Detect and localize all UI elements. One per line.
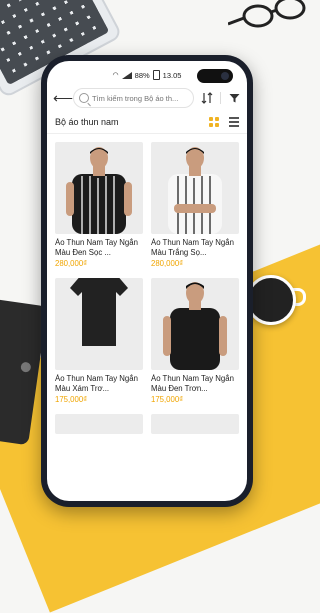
coffee-mug-decoration xyxy=(246,275,296,325)
product-name[interactable]: Áo Thun Nam Tay Ngắn Màu Đen Sọc ... xyxy=(55,238,143,258)
product-card[interactable]: Áo Thun Nam Tay Ngắn Màu Trắng Sọ... 280… xyxy=(151,142,239,268)
list-view-icon[interactable] xyxy=(229,117,239,127)
product-card[interactable] xyxy=(55,414,143,434)
product-name[interactable]: Áo Thun Nam Tay Ngắn Màu Trắng Sọ... xyxy=(151,238,239,258)
grid-view-icon[interactable] xyxy=(209,117,219,127)
signal-icon xyxy=(121,71,132,79)
battery-icon xyxy=(152,70,160,80)
product-name[interactable]: Áo Thun Nam Tay Ngắn Màu Đen Trơn... xyxy=(151,374,239,394)
category-header: Bộ áo thun nam xyxy=(47,111,247,134)
product-name[interactable]: Áo Thun Nam Tay Ngắn Màu Xám Trơ... xyxy=(55,374,143,394)
battery-level: 88% xyxy=(134,70,150,80)
product-price: 280,000₫ xyxy=(55,259,88,268)
product-price: 175,000₫ xyxy=(55,395,88,404)
glasses-decoration xyxy=(228,0,306,28)
product-image[interactable] xyxy=(55,278,143,370)
product-grid: Áo Thun Nam Tay Ngắn Màu Đen Sọc ... 280… xyxy=(47,134,247,434)
product-card[interactable]: Áo Thun Nam Tay Ngắn Màu Đen Trơn... 175… xyxy=(151,278,239,404)
product-image[interactable] xyxy=(55,414,143,434)
sort-icon[interactable] xyxy=(200,91,214,105)
product-card[interactable] xyxy=(151,414,239,434)
search-input[interactable] xyxy=(92,93,188,103)
toolbar-divider xyxy=(220,92,221,104)
product-price: 280,000₫ xyxy=(151,259,184,268)
camera-cutout xyxy=(197,69,233,83)
clock: 13.05 xyxy=(162,70,182,80)
filter-icon[interactable] xyxy=(227,91,241,105)
product-price: 175,000₫ xyxy=(151,395,184,404)
phone-frame: ◠ 88% 13.05 ⟵ Bộ áo thun nam xyxy=(41,55,253,507)
search-icon xyxy=(79,93,89,103)
product-image[interactable] xyxy=(151,142,239,234)
product-card[interactable]: Áo Thun Nam Tay Ngắn Màu Đen Sọc ... 280… xyxy=(55,142,143,268)
app-screen: ◠ 88% 13.05 ⟵ Bộ áo thun nam xyxy=(47,61,247,501)
product-card[interactable]: Áo Thun Nam Tay Ngắn Màu Xám Trơ... 175,… xyxy=(55,278,143,404)
product-image[interactable] xyxy=(55,142,143,234)
search-box[interactable] xyxy=(73,88,194,108)
search-row: ⟵ xyxy=(47,85,247,111)
product-image[interactable] xyxy=(151,414,239,434)
wifi-icon: ◠ xyxy=(112,72,119,79)
product-image[interactable] xyxy=(151,278,239,370)
back-arrow-icon[interactable]: ⟵ xyxy=(53,90,73,107)
category-title: Bộ áo thun nam xyxy=(55,117,119,127)
